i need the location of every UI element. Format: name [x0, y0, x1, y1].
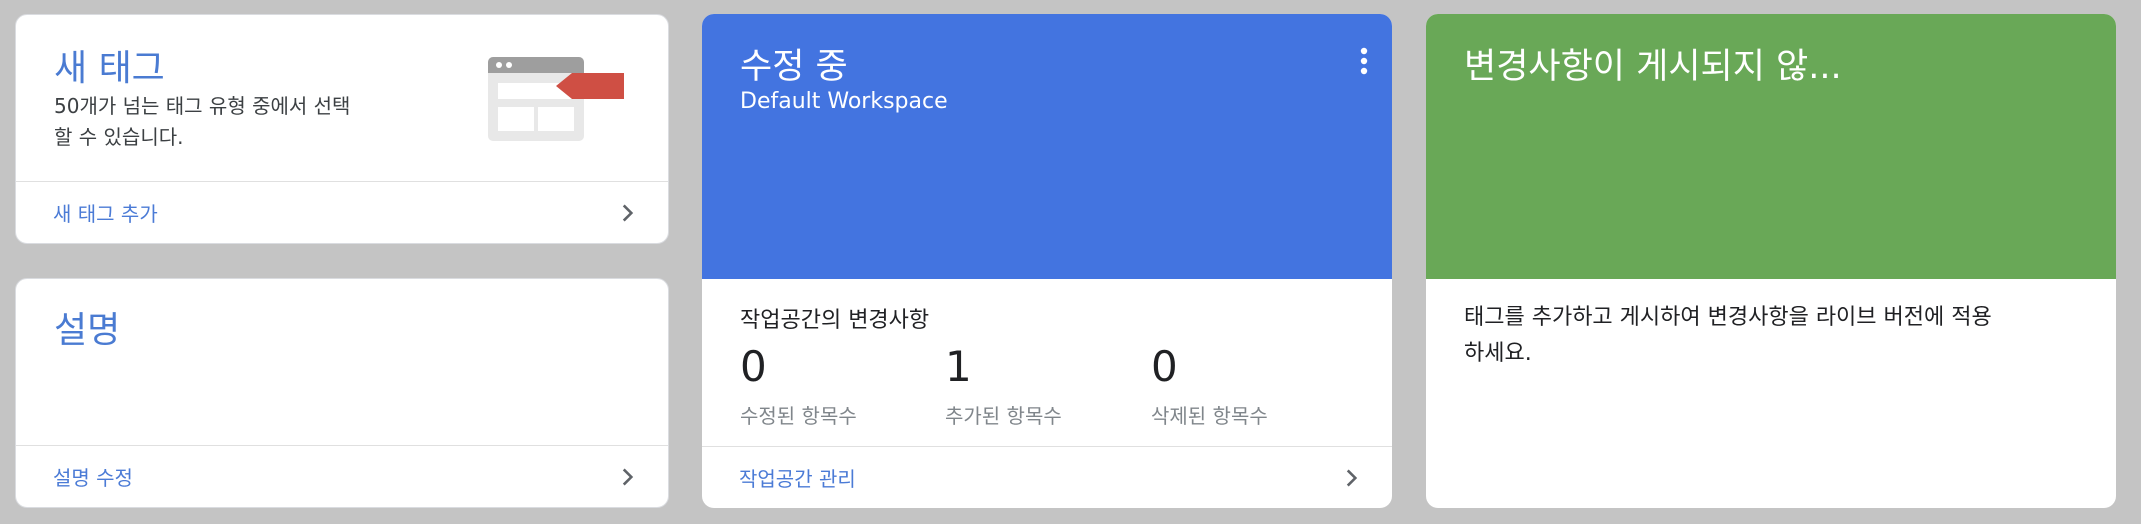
edit-description-link[interactable]: 설명 수정 — [16, 445, 668, 507]
manage-workspace-label: 작업공간 관리 — [739, 467, 856, 491]
unpublished-title: 변경사항이 게시되지 않... — [1464, 47, 1842, 87]
manage-workspace-link[interactable]: 작업공간 관리 — [702, 446, 1392, 508]
add-new-tag-label: 새 태그 추가 — [53, 202, 158, 226]
chevron-right-icon — [622, 467, 634, 486]
workspace-changes-heading: 작업공간의 변경사항 — [740, 308, 930, 333]
description-card: 설명 설명 수정 — [15, 278, 669, 508]
more-vert-icon[interactable] — [1358, 46, 1370, 76]
unpublished-changes-card: 변경사항이 게시되지 않... 태그를 추가하고 게시하여 변경사항을 라이브 … — [1426, 14, 2116, 508]
chevron-right-icon — [622, 203, 634, 222]
editing-title: 수정 중 — [740, 47, 848, 87]
new-tag-description: 50개가 넘는 태그 유형 중에서 선택 할 수 있습니다. — [54, 91, 350, 153]
new-tag-desc-line1: 50개가 넘는 태그 유형 중에서 선택 — [54, 94, 351, 118]
description-title: 설명 — [54, 310, 121, 351]
tag-illustration-icon — [488, 57, 624, 141]
workspace-name: Default Workspace — [740, 89, 948, 114]
editing-blue-header: 수정 중 Default Workspace — [702, 14, 1392, 279]
added-label: 추가된 항목수 — [945, 404, 1062, 428]
add-new-tag-link[interactable]: 새 태그 추가 — [16, 181, 668, 243]
editing-workspace-card: 수정 중 Default Workspace 작업공간의 변경사항 0 수정된 … — [702, 14, 1392, 508]
added-count: 1 — [945, 342, 972, 391]
new-tag-card: 새 태그 50개가 넘는 태그 유형 중에서 선택 할 수 있습니다. 새 태그… — [15, 14, 669, 244]
chevron-right-icon — [1346, 468, 1358, 487]
unpublished-description: 태그를 추가하고 게시하여 변경사항을 라이브 버전에 적용 하세요. — [1464, 300, 2088, 372]
unpublished-desc-line2: 하세요. — [1464, 341, 1532, 366]
unpublished-desc-line1: 태그를 추가하고 게시하여 변경사항을 라이브 버전에 적용 — [1464, 305, 1992, 330]
edit-description-label: 설명 수정 — [53, 466, 133, 490]
deleted-count: 0 — [1151, 342, 1178, 391]
new-tag-title: 새 태그 — [54, 48, 165, 89]
modified-label: 수정된 항목수 — [740, 404, 857, 428]
modified-count: 0 — [740, 342, 767, 391]
deleted-label: 삭제된 항목수 — [1151, 404, 1268, 428]
unpublished-green-header: 변경사항이 게시되지 않... — [1426, 14, 2116, 279]
new-tag-desc-line2: 할 수 있습니다. — [54, 125, 184, 149]
